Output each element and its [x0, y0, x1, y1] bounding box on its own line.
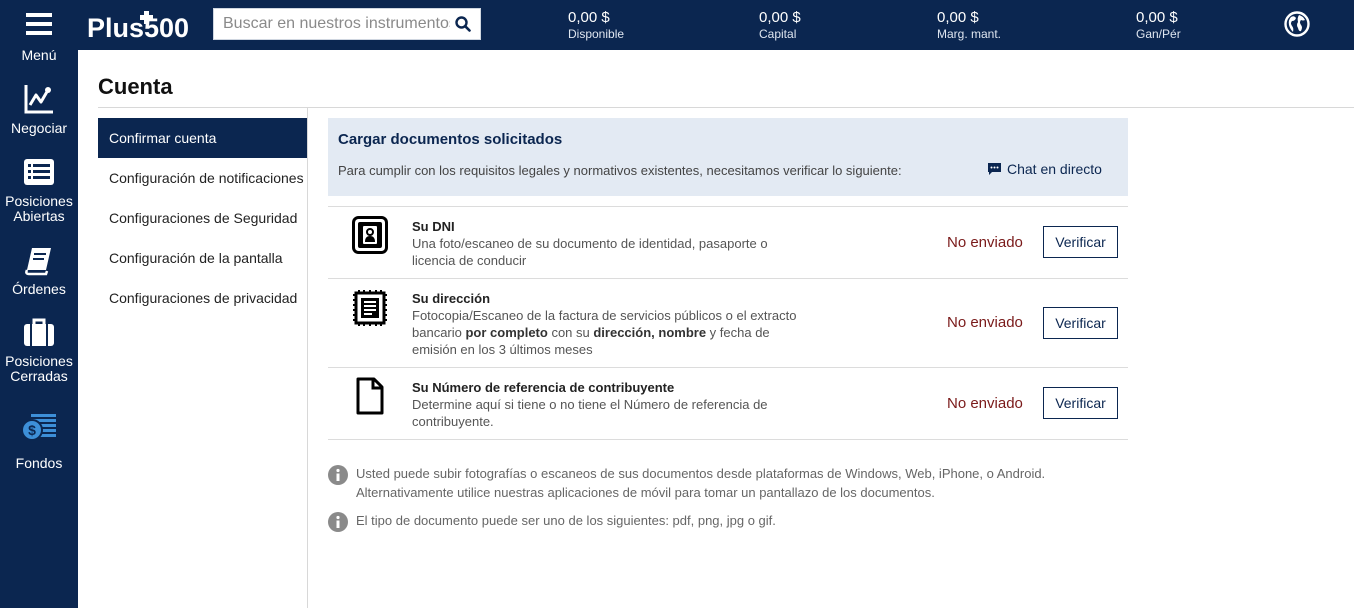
stat-equity-label: Capital — [759, 27, 797, 41]
subnav-confirm-account[interactable]: Confirmar cuenta — [98, 118, 307, 158]
requirements-subtitle: Para cumplir con los requisitos legales … — [338, 163, 902, 178]
sidebar-item-orders[interactable]: Órdenes — [0, 246, 78, 297]
plus500-logo[interactable]: Plus500 — [87, 8, 205, 42]
sidebar-label-open-2: Abiertas — [13, 208, 65, 224]
info-note-text: El tipo de documento puede ser uno de lo… — [356, 513, 776, 528]
globe-icon[interactable] — [1284, 11, 1310, 37]
briefcase-icon — [24, 318, 54, 346]
blank-document-icon — [356, 377, 384, 415]
sidebar-label-open-1: Posiciones — [5, 193, 73, 209]
svg-text:$: $ — [28, 422, 36, 438]
stat-available-value: 0,00 $ — [568, 9, 610, 26]
document-description: Una foto/escaneo de su documento de iden… — [412, 236, 768, 268]
verify-address-button[interactable]: Verificar — [1043, 307, 1118, 339]
subnav-security[interactable]: Configuraciones de Seguridad — [98, 198, 307, 238]
verify-id-button[interactable]: Verificar — [1043, 226, 1118, 258]
top-header: Plus500 0,00 $ Disponible 0,00 $ Capital… — [78, 0, 1354, 50]
account-subnav: Confirmar cuenta Configuración de notifi… — [98, 118, 307, 318]
info-note-text: Usted puede subir fotografías o escaneos… — [356, 466, 1046, 500]
left-sidebar: Menú Negociar Posiciones Abiertas Órdene… — [0, 0, 78, 608]
search-icon[interactable] — [455, 16, 471, 32]
stat-maintenance-margin: 0,00 $ Marg. mant. — [937, 9, 1001, 42]
verify-tax-id-button[interactable]: Verificar — [1043, 387, 1118, 419]
subnav-privacy[interactable]: Configuraciones de privacidad — [98, 278, 307, 318]
document-description: Determine aquí si tiene o no tiene el Nú… — [412, 397, 768, 429]
stat-profit-loss: 0,00 $ Gan/Pér — [1136, 9, 1181, 42]
sidebar-label-closed-1: Posiciones — [5, 353, 73, 369]
sidebar-item-funds[interactable]: $ Fondos — [0, 412, 78, 471]
svg-text:Plus500: Plus500 — [87, 13, 189, 42]
funds-money-icon: $ — [21, 414, 56, 441]
document-title: Su DNI — [412, 219, 455, 234]
list-icon — [24, 159, 54, 185]
subnav-notifications[interactable]: Configuración de notificaciones — [98, 158, 307, 198]
live-chat-link[interactable]: Chat en directo — [987, 161, 1102, 177]
sidebar-label-closed-2: Cerradas — [10, 368, 68, 384]
document-title: Su Número de referencia de contribuyente — [412, 380, 675, 395]
sidebar-label-orders: Órdenes — [12, 281, 66, 297]
live-chat-label: Chat en directo — [1007, 161, 1102, 177]
stat-equity: 0,00 $ Capital — [759, 9, 801, 42]
document-row-tax-id: Su Número de referencia de contribuyente… — [328, 367, 1128, 440]
stat-pl-label: Gan/Pér — [1136, 27, 1181, 41]
document-status: No enviado — [947, 234, 1023, 251]
info-icon — [328, 512, 348, 532]
hamburger-menu-icon — [26, 13, 52, 35]
sidebar-item-menu[interactable]: Menú — [0, 12, 78, 63]
id-card-icon — [352, 216, 388, 254]
sidebar-item-open-positions[interactable]: Posiciones Abiertas — [0, 158, 78, 224]
stat-available: 0,00 $ Disponible — [568, 9, 624, 42]
sidebar-item-closed-positions[interactable]: Posiciones Cerradas — [0, 318, 78, 384]
document-row-id: Su DNI Una foto/escaneo de su documento … — [328, 206, 1128, 278]
info-note-upload: Usted puede subir fotografías o escaneos… — [328, 464, 1128, 504]
stat-pl-value: 0,00 $ — [1136, 9, 1178, 26]
document-row-address: Su dirección Fotocopia/Escaneo de la fac… — [328, 278, 1128, 367]
search-input[interactable] — [214, 9, 450, 39]
chat-bubble-icon — [988, 163, 1001, 175]
book-icon — [25, 248, 51, 276]
sidebar-label-funds: Fondos — [15, 455, 63, 471]
info-icon — [328, 465, 348, 485]
title-divider — [98, 107, 1354, 108]
stat-equity-value: 0,00 $ — [759, 9, 801, 26]
sidebar-item-trade[interactable]: Negociar — [0, 83, 78, 136]
sidebar-label-trade: Negociar — [10, 120, 68, 136]
requirements-panel: Cargar documentos solicitados Para cumpl… — [328, 118, 1128, 196]
info-note-file-types: El tipo de documento puede ser uno de lo… — [328, 511, 1128, 533]
subnav-display[interactable]: Configuración de la pantalla — [98, 238, 307, 278]
document-description: Fotocopia/Escaneo de la factura de servi… — [412, 308, 797, 357]
document-status: No enviado — [947, 395, 1023, 412]
document-status: No enviado — [947, 314, 1023, 331]
stamp-document-icon — [353, 290, 387, 326]
document-title: Su dirección — [412, 291, 491, 306]
stat-margin-label: Marg. mant. — [937, 27, 1002, 41]
subnav-divider — [307, 107, 308, 608]
stat-margin-value: 0,00 $ — [937, 9, 979, 26]
sidebar-label-menu: Menú — [21, 47, 57, 63]
search-box — [213, 8, 481, 40]
trade-chart-icon — [24, 85, 53, 114]
stat-available-label: Disponible — [568, 27, 625, 41]
page-title: Cuenta — [98, 74, 173, 99]
requirements-title: Cargar documentos solicitados — [338, 131, 563, 148]
